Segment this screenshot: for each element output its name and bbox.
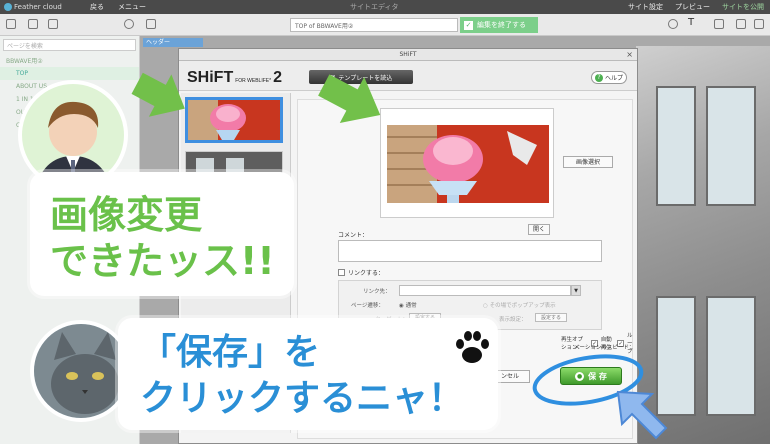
display-setting-button[interactable]: 設定する xyxy=(535,313,567,322)
dialog-title: SHiFT xyxy=(399,51,417,58)
popup-radio-label: その場でポップアップ表示 xyxy=(489,303,556,309)
link-url-label: リンク先： xyxy=(363,289,391,295)
menu-button[interactable]: メニュー xyxy=(118,2,146,12)
callout-1-text: 画像変更 できたッス!! xyxy=(50,192,275,284)
cat-avatar xyxy=(30,320,132,422)
shift-logo-small: FOR WEBLIFE* xyxy=(235,78,272,84)
paw-icon xyxy=(456,331,489,363)
finish-editing-label: 編集を終了する xyxy=(477,21,526,29)
green-arrow-icon xyxy=(318,74,381,123)
publish-button[interactable]: サイトを公開 xyxy=(722,2,764,12)
help-label: ヘルプ xyxy=(604,75,623,82)
layout-icon[interactable] xyxy=(714,19,724,29)
editor-toolbar: TOP of BBWAVE用② ✓ 編集を終了する T xyxy=(0,14,770,36)
comment-label: コメント： xyxy=(338,232,369,239)
header-section-tag[interactable]: ヘッダー xyxy=(143,38,203,47)
callout-1-line-1: 画像変更 xyxy=(50,193,203,237)
image-preview-frame xyxy=(380,108,554,218)
help-button[interactable]: ? ヘルプ xyxy=(591,71,627,84)
app-logo[interactable]: Feather cloud xyxy=(0,3,64,11)
back-button[interactable]: 戻る xyxy=(90,2,104,12)
normal-radio-label: 通常 xyxy=(405,303,417,309)
window-title: サイトエディタ xyxy=(350,3,399,11)
page-url-field[interactable]: TOP of BBWAVE用② xyxy=(290,18,458,32)
open-button[interactable]: 開く xyxy=(528,224,550,235)
dialog-header: SHiFTFOR WEBLIFE*2 ▣ テンプレートを読込 ? ヘルプ xyxy=(179,61,637,91)
settings-icon[interactable] xyxy=(668,19,678,29)
link-checkbox[interactable] xyxy=(338,269,345,276)
callout-2-line-2: クリックするニャ！ xyxy=(140,378,465,419)
top-right-actions: サイト設定 プレビュー サイトを公開 xyxy=(628,2,764,12)
shaved-ice-image xyxy=(387,125,549,203)
gear-icon[interactable] xyxy=(124,19,134,29)
window-pane xyxy=(706,296,756,416)
callout-2-line-1: 「保存」を xyxy=(140,332,321,373)
mobile-view-icon[interactable] xyxy=(754,19,764,29)
shaved-ice-thumbnail xyxy=(188,100,280,140)
site-settings-button[interactable]: サイト設定 xyxy=(628,2,663,12)
background-interior-photo xyxy=(636,46,770,444)
dialog-titlebar: SHiFT × xyxy=(179,49,637,61)
link-url-field[interactable] xyxy=(399,285,571,296)
text-icon[interactable]: T xyxy=(688,17,698,28)
trash-icon[interactable] xyxy=(48,19,58,29)
callout-1-line-2: できたッス!! xyxy=(50,239,275,283)
check-icon: ✓ xyxy=(464,20,473,30)
page-search-input[interactable]: ページを検索 xyxy=(3,39,136,51)
normal-radio[interactable]: ◉ 通常 xyxy=(399,301,417,309)
help-icon: ? xyxy=(594,73,603,82)
page-transition-label: ページ遷移： xyxy=(351,303,384,309)
sidebar-toggle-icon[interactable] xyxy=(146,19,156,29)
shift-logo-num: 2 xyxy=(273,69,282,86)
shift-logo: SHiFT FOR WEBLIFE* 2 xyxy=(187,69,282,87)
window-pane xyxy=(706,86,756,206)
duplicate-page-icon[interactable] xyxy=(28,19,38,29)
link-label: リンクする： xyxy=(348,270,385,277)
chevron-down-icon[interactable]: ▼ xyxy=(571,285,581,296)
comment-field[interactable] xyxy=(338,240,602,262)
feather-icon xyxy=(4,3,12,11)
shift-logo-main: SHiFT xyxy=(187,69,234,86)
display-setting-label: 表示設定： xyxy=(499,317,527,323)
slide-thumbnail-selected[interactable] xyxy=(185,97,283,143)
finish-editing-button[interactable]: ✓ 編集を終了する xyxy=(460,17,538,33)
window-pane xyxy=(656,86,696,206)
tree-item-top[interactable]: TOP xyxy=(0,67,139,80)
popup-radio[interactable]: ○ その場でポップアップ表示 xyxy=(483,301,556,309)
close-icon[interactable]: × xyxy=(626,49,633,61)
preview-button[interactable]: プレビュー xyxy=(675,2,710,12)
add-page-icon[interactable] xyxy=(6,19,16,29)
link-toggle[interactable]: リンクする： xyxy=(338,268,384,277)
tree-item-site[interactable]: BBWAVE用② xyxy=(0,54,139,67)
image-select-button[interactable]: 画像選択 xyxy=(563,156,613,168)
desktop-view-icon[interactable] xyxy=(736,19,746,29)
callout-bubble-2: 「保存」を クリックするニャ！ xyxy=(118,318,498,430)
callout-2-text: 「保存」を クリックするニャ！ xyxy=(140,330,464,422)
callout-bubble-1: 画像変更 できたッス!! xyxy=(30,172,294,296)
app-logo-text: Feather cloud xyxy=(14,3,62,11)
blue-arrow-icon xyxy=(616,390,668,440)
green-arrow-icon xyxy=(131,72,185,117)
top-app-bar: Feather cloud 戻る メニュー サイトエディタ サイト設定 プレビュ… xyxy=(0,0,770,14)
